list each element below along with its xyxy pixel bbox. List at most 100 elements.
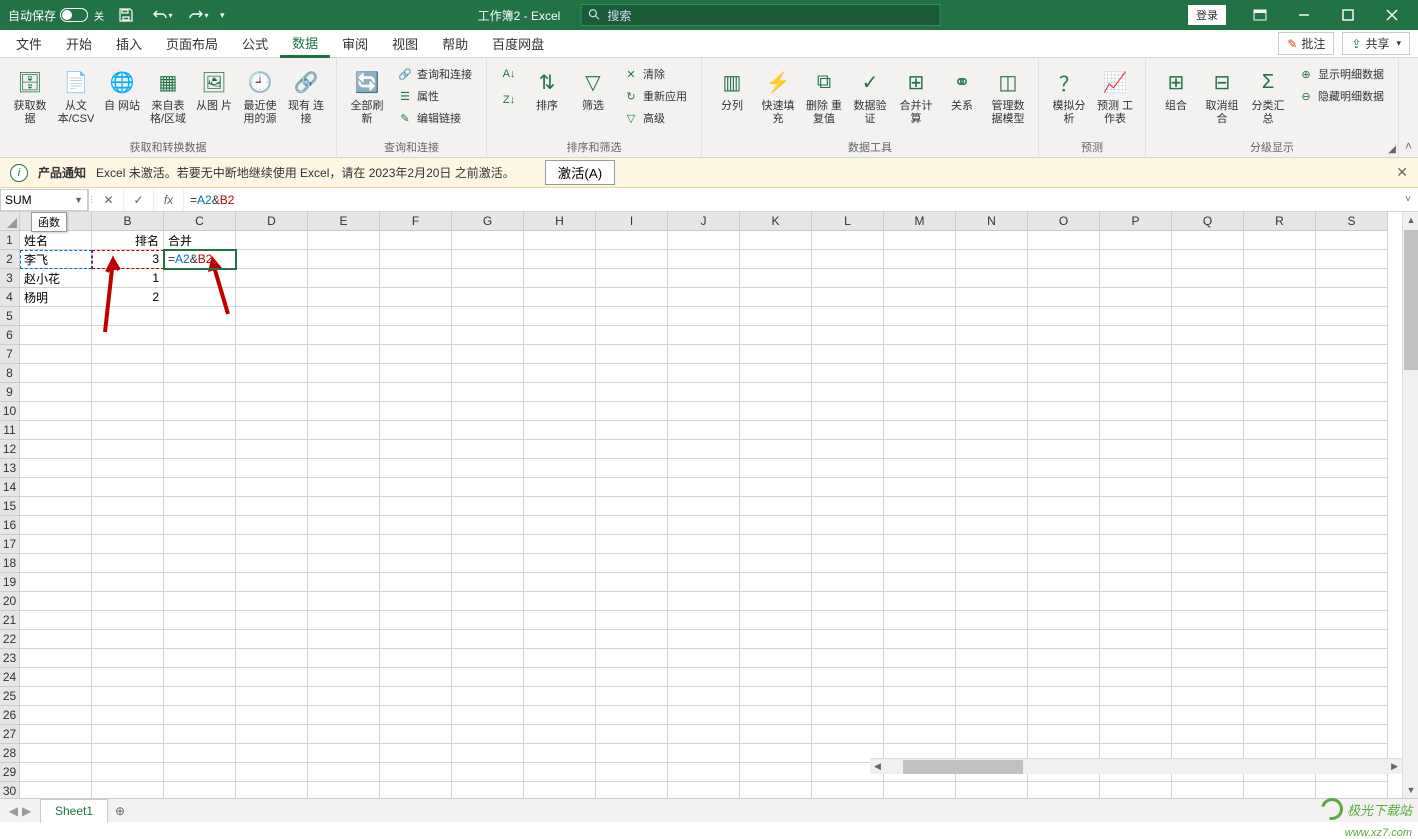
cell-B20[interactable] [92,592,164,611]
row-header-3[interactable]: 3 [0,269,20,288]
cell-A5[interactable] [20,307,92,326]
cell-J24[interactable] [668,668,740,687]
cell-R10[interactable] [1244,402,1316,421]
cell-K5[interactable] [740,307,812,326]
cell-R15[interactable] [1244,497,1316,516]
cell-J4[interactable] [668,288,740,307]
cell-F18[interactable] [380,554,452,573]
row-header-14[interactable]: 14 [0,478,20,497]
cell-B6[interactable] [92,326,164,345]
tab-review[interactable]: 审阅 [330,30,380,58]
cell-C20[interactable] [164,592,236,611]
cell-J5[interactable] [668,307,740,326]
cell-D2[interactable] [236,250,308,269]
select-all-corner[interactable] [0,212,20,231]
cell-N9[interactable] [956,383,1028,402]
cell-G13[interactable] [452,459,524,478]
cell-J9[interactable] [668,383,740,402]
cell-D17[interactable] [236,535,308,554]
cell-P14[interactable] [1100,478,1172,497]
row-header-8[interactable]: 8 [0,364,20,383]
cell-B27[interactable] [92,725,164,744]
cell-C15[interactable] [164,497,236,516]
cell-O13[interactable] [1028,459,1100,478]
cell-B19[interactable] [92,573,164,592]
cell-O17[interactable] [1028,535,1100,554]
cell-I14[interactable] [596,478,668,497]
cell-H18[interactable] [524,554,596,573]
cell-I28[interactable] [596,744,668,763]
cell-R9[interactable] [1244,383,1316,402]
cell-S4[interactable] [1316,288,1388,307]
cell-E23[interactable] [308,649,380,668]
cell-M2[interactable] [884,250,956,269]
cell-M18[interactable] [884,554,956,573]
cell-B26[interactable] [92,706,164,725]
cell-E30[interactable] [308,782,380,798]
scroll-right-icon[interactable]: ▶ [1387,761,1402,772]
cell-N19[interactable] [956,573,1028,592]
cell-K10[interactable] [740,402,812,421]
cell-S24[interactable] [1316,668,1388,687]
column-header-D[interactable]: D [236,212,308,231]
tab-data[interactable]: 数据 [280,30,330,58]
cell-O8[interactable] [1028,364,1100,383]
cell-J23[interactable] [668,649,740,668]
cell-N4[interactable] [956,288,1028,307]
cell-C5[interactable] [164,307,236,326]
column-header-M[interactable]: M [884,212,956,231]
cell-B18[interactable] [92,554,164,573]
cell-S15[interactable] [1316,497,1388,516]
flash-fill-button[interactable]: ⚡快速填充 [756,62,800,130]
cell-P15[interactable] [1100,497,1172,516]
cell-L6[interactable] [812,326,884,345]
cell-E6[interactable] [308,326,380,345]
column-header-H[interactable]: H [524,212,596,231]
cell-J25[interactable] [668,687,740,706]
cell-M16[interactable] [884,516,956,535]
row-header-16[interactable]: 16 [0,516,20,535]
cell-D11[interactable] [236,421,308,440]
cell-F30[interactable] [380,782,452,798]
cell-G8[interactable] [452,364,524,383]
row-header-26[interactable]: 26 [0,706,20,725]
cell-Q5[interactable] [1172,307,1244,326]
cell-M13[interactable] [884,459,956,478]
cell-L23[interactable] [812,649,884,668]
row-header-25[interactable]: 25 [0,687,20,706]
cell-G26[interactable] [452,706,524,725]
cell-D19[interactable] [236,573,308,592]
cell-N12[interactable] [956,440,1028,459]
cell-C10[interactable] [164,402,236,421]
cell-O14[interactable] [1028,478,1100,497]
cell-L27[interactable] [812,725,884,744]
cell-F9[interactable] [380,383,452,402]
cell-E11[interactable] [308,421,380,440]
ungroup-button[interactable]: ⊟取消组合 [1200,62,1244,130]
cell-A3[interactable]: 赵小花 [20,269,92,288]
cell-I29[interactable] [596,763,668,782]
whatif-button[interactable]: ？模拟分析 [1047,62,1091,130]
cell-H23[interactable] [524,649,596,668]
close-button[interactable] [1370,0,1414,30]
cell-O24[interactable] [1028,668,1100,687]
cell-C30[interactable] [164,782,236,798]
cell-O2[interactable] [1028,250,1100,269]
cell-M5[interactable] [884,307,956,326]
cell-E1[interactable] [308,231,380,250]
cell-I27[interactable] [596,725,668,744]
cell-I19[interactable] [596,573,668,592]
cell-I21[interactable] [596,611,668,630]
cell-O21[interactable] [1028,611,1100,630]
row-header-10[interactable]: 10 [0,402,20,421]
cell-J19[interactable] [668,573,740,592]
cell-A9[interactable] [20,383,92,402]
cell-P13[interactable] [1100,459,1172,478]
cell-C23[interactable] [164,649,236,668]
cell-P8[interactable] [1100,364,1172,383]
cell-H1[interactable] [524,231,596,250]
cell-K8[interactable] [740,364,812,383]
text-to-columns-button[interactable]: ▥分列 [710,62,754,117]
row-header-11[interactable]: 11 [0,421,20,440]
cell-L20[interactable] [812,592,884,611]
